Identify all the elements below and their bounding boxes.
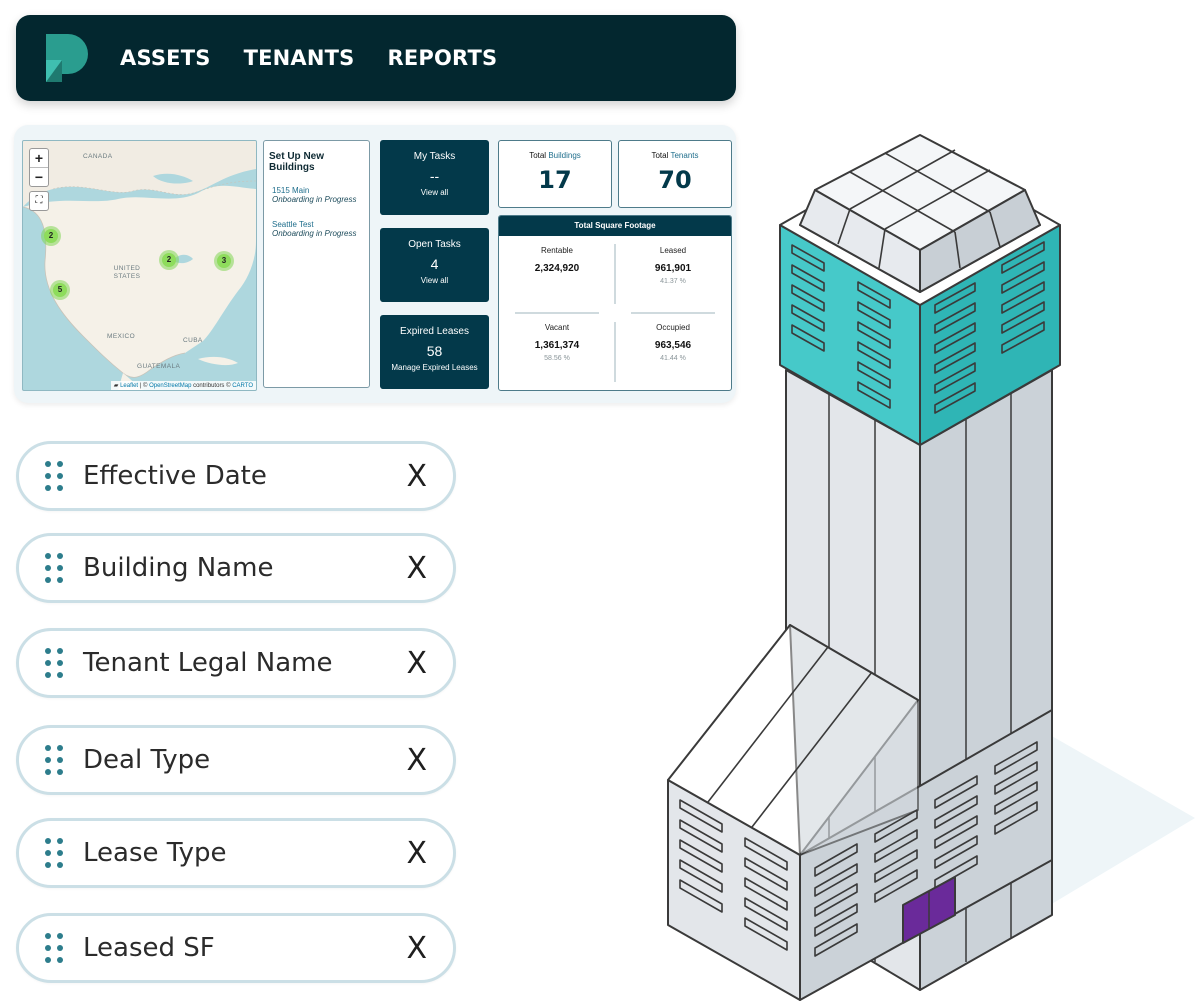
setup-title: Set Up New Buildings — [269, 151, 325, 173]
cluster-count: 3 — [217, 254, 231, 268]
field-label: Deal Type — [83, 745, 211, 775]
leaflet-link[interactable]: Leaflet — [120, 383, 138, 389]
tile-title: Expired Leases — [400, 326, 469, 337]
map-attribution: ▰ Leaflet | © OpenStreetMap contributors… — [110, 381, 256, 390]
sqft-value: 1,361,374 — [534, 340, 580, 351]
remove-field-button[interactable]: X — [406, 459, 427, 494]
map-cluster-marker[interactable]: 5 — [50, 280, 70, 300]
field-chip-building-name[interactable]: Building Name X — [16, 533, 456, 603]
map-cluster-marker[interactable]: 2 — [41, 226, 61, 246]
drag-handle-icon[interactable] — [45, 553, 63, 583]
map-label-guatemala: GUATEMALA — [137, 363, 181, 370]
setup-building-link[interactable]: 1515 Main — [272, 186, 364, 195]
map-widget[interactable]: + − ⛶ CANADA UNITED STATES MEXICO CUBA G… — [22, 140, 257, 391]
field-label: Effective Date — [83, 461, 267, 491]
drag-handle-icon[interactable] — [45, 461, 63, 491]
setup-new-buildings-card: Set Up New Buildings 1515 Main Onboardin… — [263, 140, 370, 388]
zoom-control: + − — [29, 148, 49, 187]
building-illustration — [667, 134, 1195, 1001]
logo-icon[interactable] — [42, 30, 90, 86]
attribution-sep: | © — [138, 383, 150, 389]
sqft-vacant: Vacant 1,361,374 58.56 % — [499, 323, 615, 362]
stat-prefix: Total — [529, 151, 547, 160]
map-cluster-marker[interactable]: 2 — [159, 250, 179, 270]
drag-handle-icon[interactable] — [45, 838, 63, 868]
field-chip-tenant-legal-name[interactable]: Tenant Legal Name X — [16, 628, 456, 698]
nav-assets[interactable]: ASSETS — [120, 46, 211, 70]
tile-title: Open Tasks — [408, 239, 461, 250]
sqft-label: Rentable — [540, 246, 574, 255]
tile-value: 58 — [426, 343, 443, 359]
nav-reports[interactable]: REPORTS — [388, 46, 498, 70]
osm-link[interactable]: OpenStreetMap — [149, 383, 191, 389]
setup-building-status: Onboarding in Progress — [272, 195, 357, 204]
zoom-in-button[interactable]: + — [30, 149, 48, 167]
total-buildings-value: 17 — [538, 166, 572, 194]
field-chip-leased-sf[interactable]: Leased SF X — [16, 913, 456, 983]
manage-expired-leases-link[interactable]: Manage Expired Leases — [380, 363, 489, 372]
sqft-rentable: Rentable 2,324,920 — [499, 246, 615, 274]
my-tasks-tile[interactable]: My Tasks -- View all — [380, 140, 489, 215]
tile-title: My Tasks — [413, 151, 456, 162]
map-label-canada: CANADA — [83, 153, 113, 160]
total-buildings-card[interactable]: Total Buildings 17 — [498, 140, 612, 208]
remove-field-button[interactable]: X — [406, 836, 427, 871]
stat-label: Total Buildings — [499, 151, 611, 160]
field-label: Building Name — [83, 553, 274, 583]
open-tasks-tile[interactable]: Open Tasks 4 View all — [380, 228, 489, 302]
carto-link[interactable]: CARTO — [232, 383, 253, 389]
map-label-mexico: MEXICO — [107, 333, 136, 340]
map-label-us: UNITED STATES — [113, 265, 141, 280]
tile-value: -- — [429, 168, 440, 184]
field-label: Leased SF — [83, 933, 215, 963]
cluster-count: 2 — [162, 253, 176, 267]
drag-handle-icon[interactable] — [45, 933, 63, 963]
view-all-link[interactable]: View all — [380, 188, 489, 197]
drag-handle-icon[interactable] — [45, 745, 63, 775]
remove-field-button[interactable]: X — [406, 551, 427, 586]
sqft-label: Vacant — [544, 323, 570, 332]
nav-tenants[interactable]: TENANTS — [244, 46, 355, 70]
map-label-cuba: CUBA — [183, 337, 203, 344]
fullscreen-icon[interactable]: ⛶ — [29, 191, 49, 211]
sqft-value: 2,324,920 — [534, 263, 580, 274]
field-chip-deal-type[interactable]: Deal Type X — [16, 725, 456, 795]
field-label: Tenant Legal Name — [83, 648, 333, 678]
setup-building-link[interactable]: Seattle Test — [272, 220, 364, 229]
field-chip-effective-date[interactable]: Effective Date X — [16, 441, 456, 511]
top-nav: ASSETS TENANTS REPORTS — [16, 15, 736, 101]
view-all-link[interactable]: View all — [380, 276, 489, 285]
attribution-contributors: contributors © — [191, 383, 233, 389]
remove-field-button[interactable]: X — [406, 646, 427, 681]
field-label: Lease Type — [83, 838, 227, 868]
remove-field-button[interactable]: X — [406, 931, 427, 966]
tile-value: 4 — [430, 256, 439, 272]
remove-field-button[interactable]: X — [406, 743, 427, 778]
drag-handle-icon[interactable] — [45, 648, 63, 678]
zoom-out-button[interactable]: − — [30, 167, 48, 186]
sqft-percent: 58.56 % — [544, 355, 570, 362]
map-cluster-marker[interactable]: 3 — [214, 251, 234, 271]
cluster-count: 2 — [44, 229, 58, 243]
cluster-count: 5 — [53, 283, 67, 297]
field-chip-lease-type[interactable]: Lease Type X — [16, 818, 456, 888]
expired-leases-tile[interactable]: Expired Leases 58 Manage Expired Leases — [380, 315, 489, 389]
dashboard-panel: + − ⛶ CANADA UNITED STATES MEXICO CUBA G… — [14, 125, 736, 403]
setup-building-status: Onboarding in Progress — [272, 229, 357, 238]
stat-highlight: Buildings — [548, 151, 581, 160]
